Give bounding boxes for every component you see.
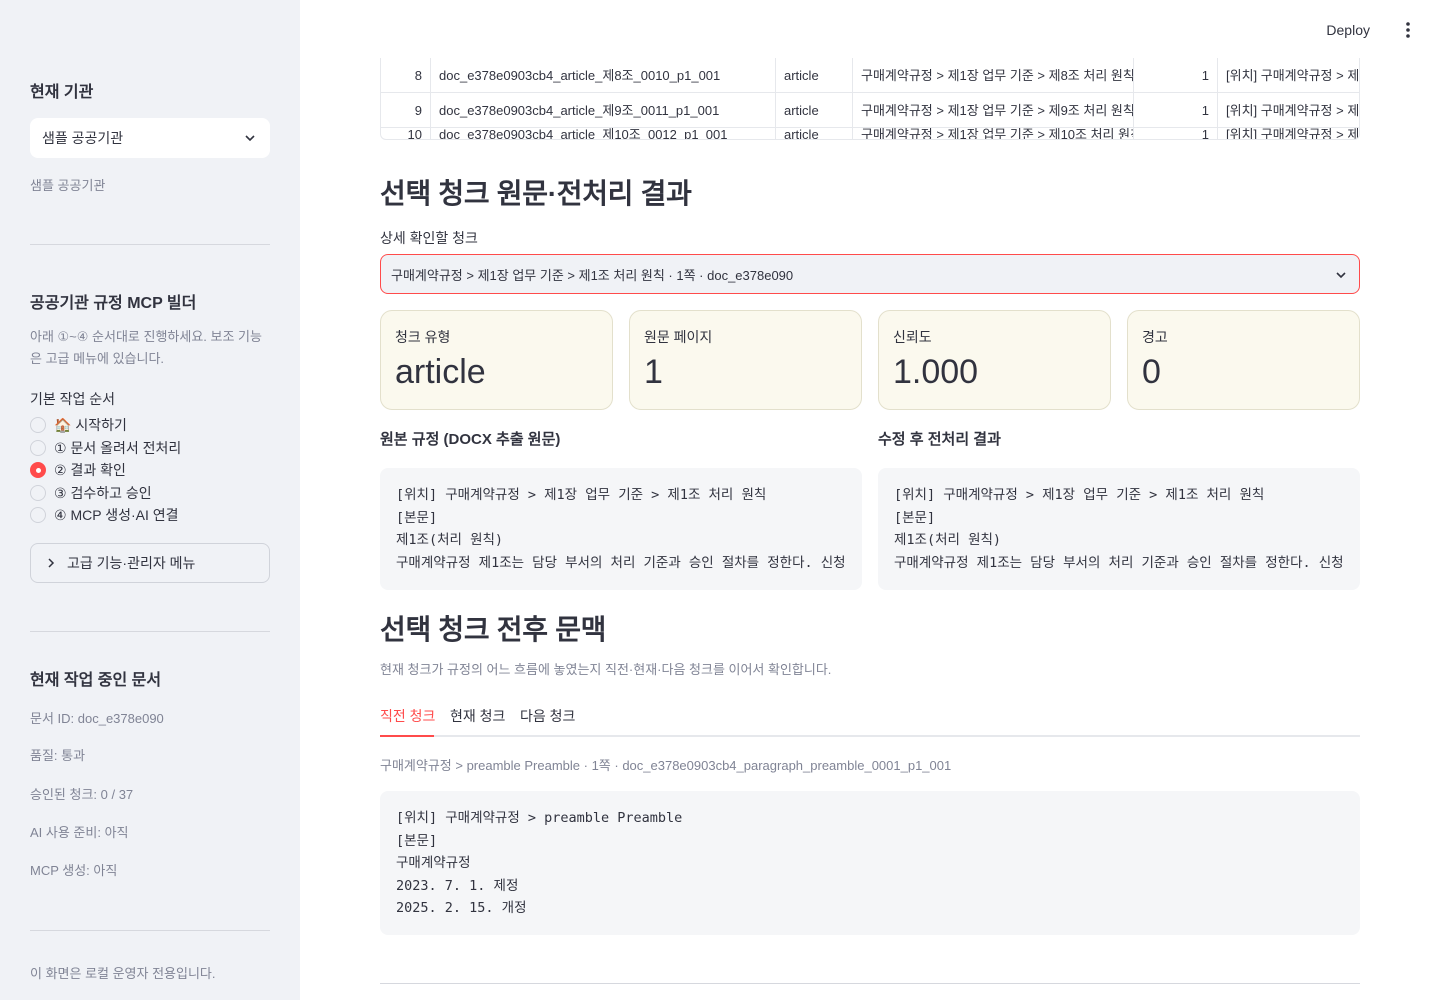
page-cell[interactable]: 1: [1134, 128, 1218, 139]
org-select[interactable]: 샘플 공공기관: [30, 118, 270, 158]
context-chunk-text: [위치] 구매계약규정 > preamble Preamble [본문] 구매계…: [380, 791, 1360, 935]
doc-id: 문서 ID: doc_e378e090: [30, 711, 164, 726]
page-cell[interactable]: 1: [1134, 58, 1218, 93]
metric-label: 청크 유형: [395, 329, 451, 345]
step-label: ① 문서 올려서 전처리: [54, 439, 182, 456]
sidebar: 현재 기관 샘플 공공기관 샘플 공공기관 공공기관 규정 MCP 빌더 아래 …: [0, 0, 300, 1000]
step-radio-option[interactable]: ② 결과 확인: [30, 459, 270, 482]
sidebar-divider: [30, 244, 270, 245]
sidebar-divider: [30, 930, 270, 931]
metric-warnings: 경고 0: [1127, 310, 1360, 410]
approved-chunks: 승인된 청크: 0 / 37: [30, 787, 134, 802]
chunk-id-cell[interactable]: doc_e378e0903cb4_article_제10조_0012_p1_00…: [431, 128, 776, 139]
deploy-button[interactable]: Deploy: [1326, 22, 1370, 38]
row-index: 10: [381, 128, 431, 139]
step-label: ④ MCP 생성·AI 연결: [54, 507, 179, 524]
step-radio-group: 🏠 시작하기 ① 문서 올려서 전처리 ② 결과 확인 ③ 검수하고 승인 ④ …: [30, 414, 270, 527]
metric-source-page: 원문 페이지 1: [629, 310, 862, 410]
more-vertical-icon[interactable]: [1400, 21, 1416, 39]
tab-current-chunk[interactable]: 현재 청크: [450, 704, 505, 737]
ai-ready-status: AI 사용 준비: 아직: [30, 825, 129, 840]
section-divider: [380, 983, 1360, 984]
tab-next-chunk[interactable]: 다음 청크: [520, 704, 575, 737]
chunk-id-cell[interactable]: doc_e378e0903cb4_article_제8조_0010_p1_001: [431, 58, 776, 93]
step-radio-option[interactable]: 🏠 시작하기: [30, 414, 270, 437]
org-caption: 샘플 공공기관: [30, 178, 106, 193]
sidebar-divider: [30, 631, 270, 632]
text-cell[interactable]: [위치] 구매계약규정 > 제1장 업무: [1218, 93, 1359, 128]
processed-text-block: [위치] 구매계약규정 > 제1장 업무 기준 > 제1조 처리 원칙 [본문]…: [878, 468, 1360, 590]
step-label: ③ 검수하고 승인: [54, 484, 152, 501]
page-cell[interactable]: 1: [1134, 93, 1218, 128]
metric-value: article: [395, 353, 486, 391]
metric-chunk-type: 청크 유형 article: [380, 310, 613, 410]
chunk-select[interactable]: 구매계약규정 > 제1장 업무 기준 > 제1조 처리 원칙 · 1쪽 · do…: [380, 254, 1360, 294]
metric-label: 경고: [1142, 329, 1168, 345]
row-index: 9: [381, 93, 431, 128]
selected-chunk-heading: 선택 청크 원문·전처리 결과: [380, 178, 692, 209]
radio-circle[interactable]: [30, 484, 46, 501]
table-row[interactable]: 8 doc_e378e0903cb4_article_제8조_0010_p1_0…: [381, 58, 1359, 93]
context-chunk-meta: 구매계약규정 > preamble Preamble · 1쪽 · doc_e3…: [380, 758, 952, 773]
context-heading: 선택 청크 전후 문맥: [380, 614, 607, 645]
metric-value: 1: [644, 353, 663, 391]
type-cell[interactable]: article: [776, 58, 853, 93]
chunk-id-cell[interactable]: doc_e378e0903cb4_article_제9조_0011_p1_001: [431, 93, 776, 128]
radio-circle-selected[interactable]: [30, 462, 46, 479]
builder-description: 아래 ①~④ 순서대로 진행하세요. 보조 기능은 고급 메뉴에 있습니다.: [30, 329, 262, 366]
step-radio-option[interactable]: ④ MCP 생성·AI 연결: [30, 504, 270, 527]
context-tabs: 직전 청크 현재 청크 다음 청크: [380, 704, 1360, 737]
radio-circle[interactable]: [30, 417, 46, 434]
metric-value: 0: [1142, 353, 1161, 391]
metric-label: 신뢰도: [893, 329, 932, 345]
original-text-block: [위치] 구매계약규정 > 제1장 업무 기준 > 제1조 처리 원칙 [본문]…: [380, 468, 862, 590]
footer-note: 이 화면은 로컬 운영자 전용입니다.: [30, 966, 216, 981]
table-row[interactable]: 9 doc_e378e0903cb4_article_제9조_0011_p1_0…: [381, 93, 1359, 128]
quality-status: 품질: 통과: [30, 748, 86, 763]
advanced-menu-label: 고급 기능·관리자 메뉴: [67, 555, 196, 571]
advanced-menu-expander[interactable]: 고급 기능·관리자 메뉴: [30, 543, 270, 583]
metric-value: 1.000: [893, 353, 979, 391]
text-cell[interactable]: [위치] 구매계약규정 > 제1장 업무: [1218, 58, 1359, 93]
chevron-down-icon: [245, 135, 255, 142]
path-cell[interactable]: 구매계약규정 > 제1장 업무 기준 > 제8조 처리 원칙: [853, 58, 1134, 93]
radio-circle[interactable]: [30, 507, 46, 524]
row-index: 8: [381, 58, 431, 93]
path-cell[interactable]: 구매계약규정 > 제1장 업무 기준 > 제9조 처리 원칙: [853, 93, 1134, 128]
context-caption: 현재 청크가 규정의 어느 흐름에 놓였는지 직전·현재·다음 청크를 이어서 …: [380, 662, 832, 677]
chunk-table[interactable]: 8 doc_e378e0903cb4_article_제8조_0010_p1_0…: [380, 58, 1360, 140]
chevron-right-icon: [48, 558, 55, 568]
chunk-select-value: 구매계약규정 > 제1장 업무 기준 > 제1조 처리 원칙 · 1쪽 · do…: [391, 267, 794, 283]
type-cell[interactable]: article: [776, 128, 853, 139]
radio-circle[interactable]: [30, 439, 46, 456]
step-label: 🏠 시작하기: [54, 417, 127, 434]
metric-confidence: 신뢰도 1.000: [878, 310, 1111, 410]
original-text-heading: 원본 규정 (DOCX 추출 원문): [380, 431, 561, 448]
step-radio-option[interactable]: ① 문서 올려서 전처리: [30, 437, 270, 460]
mcp-status: MCP 생성: 아직: [30, 863, 118, 878]
main-content: Deploy 8 doc_e378e0903cb4_article_제8조_00…: [300, 0, 1440, 1000]
table-row[interactable]: 10 doc_e378e0903cb4_article_제10조_0012_p1…: [381, 128, 1359, 139]
step-label: ② 결과 확인: [54, 462, 126, 479]
current-doc-heading: 현재 작업 중인 문서: [30, 672, 162, 689]
chunk-select-label: 상세 확인할 청크: [380, 230, 478, 246]
metric-label: 원문 페이지: [644, 329, 713, 345]
builder-heading: 공공기관 규정 MCP 빌더: [30, 295, 197, 312]
org-heading: 현재 기관: [30, 84, 94, 101]
tab-previous-chunk[interactable]: 직전 청크: [380, 704, 435, 737]
type-cell[interactable]: article: [776, 93, 853, 128]
org-select-value: 샘플 공공기관: [42, 130, 124, 146]
path-cell[interactable]: 구매계약규정 > 제1장 업무 기준 > 제10조 처리 원칙: [853, 128, 1134, 139]
text-cell[interactable]: [위치] 구매계약규정 > 제1장 업무: [1218, 128, 1359, 139]
chevron-down-icon: [1336, 272, 1346, 279]
step-radio-option[interactable]: ③ 검수하고 승인: [30, 482, 270, 505]
processed-text-heading: 수정 후 전처리 결과: [878, 431, 1001, 448]
steps-label: 기본 작업 순서: [30, 391, 116, 407]
active-tab-indicator: [380, 735, 434, 737]
